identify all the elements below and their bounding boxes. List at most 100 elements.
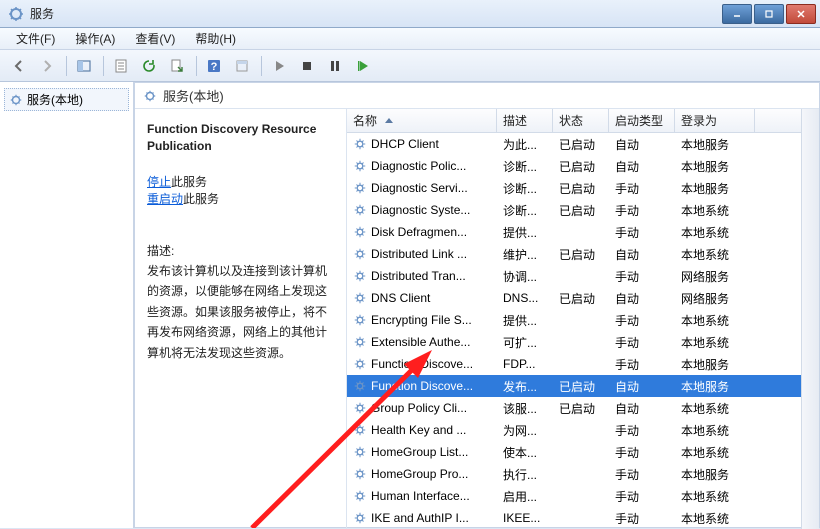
show-hide-tree-button[interactable] [71, 54, 97, 78]
cell-desc: FDP... [497, 357, 553, 371]
titlebar: 服务 [0, 0, 820, 28]
cell-name: Extensible Authe... [347, 335, 497, 349]
cell-name: DNS Client [347, 291, 497, 305]
menu-action[interactable]: 操作(A) [65, 28, 125, 49]
toolbar-separator [66, 56, 67, 76]
window-buttons [720, 4, 816, 24]
cell-startup: 手动 [609, 224, 675, 241]
restart-service-link[interactable]: 重启动 [147, 192, 183, 206]
cell-desc: 启用... [497, 488, 553, 505]
service-list-panel: 名称 描述 状态 启动类型 登录为 DHCP Client为此...已启动自动本… [347, 109, 801, 529]
cell-logon: 本地系统 [675, 400, 755, 417]
service-row[interactable]: Diagnostic Servi...诊断...已启动手动本地服务 [347, 177, 801, 199]
window-title: 服务 [30, 5, 720, 22]
cell-logon: 本地系统 [675, 246, 755, 263]
tree-item-services-local[interactable]: 服务(本地) [4, 88, 129, 111]
cell-desc: 诊断... [497, 202, 553, 219]
cell-logon: 本地系统 [675, 312, 755, 329]
cell-status: 已启动 [553, 180, 609, 197]
cell-startup: 手动 [609, 202, 675, 219]
cell-desc: 维护... [497, 246, 553, 263]
stop-service-link[interactable]: 停止 [147, 175, 171, 189]
cell-status: 已启动 [553, 158, 609, 175]
content-body: Function Discovery Resource Publication … [135, 109, 819, 529]
service-gear-icon [353, 445, 367, 459]
col-header-logon[interactable]: 登录为 [675, 109, 755, 132]
service-row[interactable]: HomeGroup Pro...执行...手动本地服务 [347, 463, 801, 485]
close-button[interactable] [786, 4, 816, 24]
restart-service-button[interactable] [350, 54, 376, 78]
vertical-scrollbar[interactable] [801, 109, 819, 529]
cell-name: Encrypting File S... [347, 313, 497, 327]
cell-desc: 可扩... [497, 334, 553, 351]
cell-startup: 手动 [609, 180, 675, 197]
cell-desc: IKEE... [497, 511, 553, 525]
menu-view[interactable]: 查看(V) [125, 28, 185, 49]
tree-item-label: 服务(本地) [27, 91, 83, 108]
cell-logon: 网络服务 [675, 268, 755, 285]
cell-logon: 本地系统 [675, 334, 755, 351]
service-row[interactable]: Disk Defragmen...提供...手动本地系统 [347, 221, 801, 243]
properties-button[interactable] [108, 54, 134, 78]
cell-name: Diagnostic Syste... [347, 203, 497, 217]
menu-file[interactable]: 文件(F) [6, 28, 65, 49]
service-gear-icon [353, 423, 367, 437]
cell-startup: 手动 [609, 422, 675, 439]
stop-service-button[interactable] [294, 54, 320, 78]
minimize-button[interactable] [722, 4, 752, 24]
cell-logon: 本地服务 [675, 378, 755, 395]
service-row[interactable]: HomeGroup List...使本...手动本地系统 [347, 441, 801, 463]
service-row[interactable]: DNS ClientDNS...已启动自动网络服务 [347, 287, 801, 309]
col-header-startup[interactable]: 启动类型 [609, 109, 675, 132]
cell-logon: 本地服务 [675, 158, 755, 175]
service-row[interactable]: Function Discove...发布...已启动自动本地服务 [347, 375, 801, 397]
refresh-button[interactable] [136, 54, 162, 78]
main-area: 服务(本地) 服务(本地) Function Discovery Resourc… [0, 82, 820, 528]
start-service-button[interactable] [266, 54, 292, 78]
description-label: 描述: [147, 241, 336, 261]
cell-startup: 自动 [609, 378, 675, 395]
toolbar: ? [0, 50, 820, 82]
service-row[interactable]: Extensible Authe...可扩...手动本地系统 [347, 331, 801, 353]
service-row[interactable]: Distributed Tran...协调...手动网络服务 [347, 265, 801, 287]
service-row[interactable]: Human Interface...启用...手动本地系统 [347, 485, 801, 507]
cell-desc: 执行... [497, 466, 553, 483]
services-icon [143, 89, 157, 103]
cell-name: Distributed Link ... [347, 247, 497, 261]
menu-help[interactable]: 帮助(H) [185, 28, 246, 49]
cell-startup: 自动 [609, 246, 675, 263]
services-icon [8, 6, 24, 22]
service-row[interactable]: DHCP Client为此...已启动自动本地服务 [347, 133, 801, 155]
help-button[interactable]: ? [201, 54, 227, 78]
cell-logon: 本地服务 [675, 356, 755, 373]
nav-forward-button[interactable] [34, 54, 60, 78]
export-list-button[interactable] [164, 54, 190, 78]
service-row[interactable]: Health Key and ...为网...手动本地系统 [347, 419, 801, 441]
service-row[interactable]: Diagnostic Polic...诊断...已启动自动本地服务 [347, 155, 801, 177]
service-row[interactable]: Encrypting File S...提供...手动本地系统 [347, 309, 801, 331]
pause-service-button[interactable] [322, 54, 348, 78]
service-row[interactable]: IKE and AuthIP I...IKEE...手动本地系统 [347, 507, 801, 529]
cell-startup: 手动 [609, 268, 675, 285]
col-header-desc[interactable]: 描述 [497, 109, 553, 132]
nav-back-button[interactable] [6, 54, 32, 78]
service-row[interactable]: Distributed Link ...维护...已启动自动本地系统 [347, 243, 801, 265]
cell-name: Disk Defragmen... [347, 225, 497, 239]
toolbar-separator [196, 56, 197, 76]
content-header-title: 服务(本地) [163, 86, 224, 105]
cell-startup: 手动 [609, 466, 675, 483]
service-gear-icon [353, 489, 367, 503]
cell-startup: 手动 [609, 444, 675, 461]
service-gear-icon [353, 247, 367, 261]
col-header-name[interactable]: 名称 [347, 109, 497, 132]
unknown-toolbar-icon[interactable] [229, 54, 255, 78]
service-row[interactable]: Group Policy Cli...该服...已启动自动本地系统 [347, 397, 801, 419]
service-list[interactable]: DHCP Client为此...已启动自动本地服务Diagnostic Poli… [347, 133, 801, 529]
cell-name: HomeGroup List... [347, 445, 497, 459]
service-row[interactable]: Function Discove...FDP...手动本地服务 [347, 353, 801, 375]
col-header-status[interactable]: 状态 [553, 109, 609, 132]
maximize-button[interactable] [754, 4, 784, 24]
cell-desc: 诊断... [497, 180, 553, 197]
service-row[interactable]: Diagnostic Syste...诊断...已启动手动本地系统 [347, 199, 801, 221]
service-gear-icon [353, 159, 367, 173]
